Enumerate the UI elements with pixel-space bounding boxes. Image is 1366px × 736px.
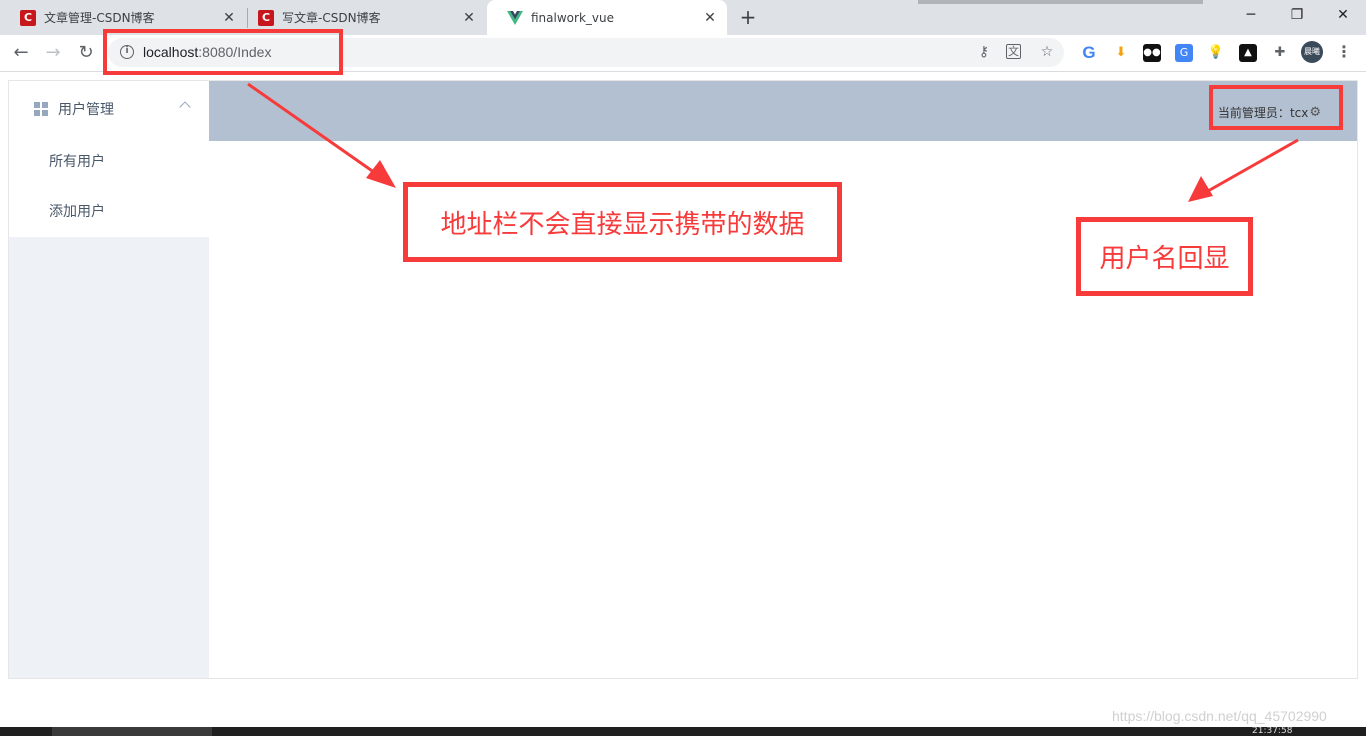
sidebar-item-all-users[interactable]: 所有用户 — [9, 137, 209, 187]
minimize-button[interactable]: ─ — [1228, 0, 1274, 30]
sidebar: 用户管理 所有用户 添加用户 — [9, 81, 209, 678]
google-extension-icon[interactable]: G — [1080, 44, 1098, 62]
app-header: 当前管理员： tcx ⚙ — [209, 81, 1357, 141]
watermark-text: https://blog.csdn.net/qq_45702990 — [1112, 708, 1327, 724]
tab-title: 写文章-CSDN博客 — [282, 11, 381, 25]
vue-icon — [507, 10, 523, 26]
sidebar-menu: 用户管理 所有用户 添加用户 — [9, 81, 209, 237]
window-edge-shadow — [918, 0, 1203, 4]
main-area: 当前管理员： tcx ⚙ — [209, 81, 1357, 678]
forward-button[interactable]: → — [40, 40, 66, 66]
close-icon[interactable]: ✕ — [461, 10, 477, 26]
extension-dark-icon[interactable]: ▲ — [1239, 44, 1257, 62]
new-tab-button[interactable]: + — [737, 6, 759, 28]
tab-finalwork-vue[interactable]: finalwork_vue ✕ — [487, 0, 727, 35]
tampermonkey-icon[interactable]: ●● — [1143, 44, 1161, 62]
back-button[interactable]: ← — [8, 40, 34, 66]
close-icon[interactable]: ✕ — [221, 10, 237, 26]
key-icon[interactable]: ⚷ — [975, 43, 993, 61]
restore-button[interactable]: ❐ — [1274, 0, 1320, 30]
profile-avatar[interactable]: 晨曦 — [1301, 41, 1323, 63]
sidebar-item-add-user[interactable]: 添加用户 — [9, 187, 209, 237]
reload-button[interactable]: ↻ — [73, 40, 99, 66]
bulb-extension-icon[interactable]: 💡 — [1207, 44, 1225, 62]
submenu-user-management[interactable]: 用户管理 — [9, 81, 209, 137]
address-highlight-box — [103, 29, 343, 75]
tab-title: finalwork_vue — [531, 10, 614, 25]
puzzle-extensions-icon[interactable]: ✚ — [1271, 44, 1289, 62]
csdn-icon: C — [20, 9, 36, 26]
close-icon[interactable]: ✕ — [702, 10, 718, 26]
star-icon[interactable]: ☆ — [1038, 43, 1056, 61]
username-highlight-box — [1209, 85, 1343, 130]
csdn-icon: C — [258, 9, 274, 26]
close-window-button[interactable]: ✕ — [1320, 0, 1366, 30]
app-container: 用户管理 所有用户 添加用户 当前管理员： tcx ⚙ — [8, 80, 1358, 679]
download-extension-icon[interactable]: ⬇ — [1112, 44, 1130, 62]
taskbar-app-button[interactable] — [52, 727, 212, 736]
tab-title: 文章管理-CSDN博客 — [44, 11, 155, 25]
taskbar-clock: 21:37:58 — [1252, 727, 1293, 736]
menu-grid-icon — [34, 102, 48, 116]
browser-menu-icon[interactable]: ⋮ — [1335, 42, 1353, 62]
chevron-up-icon — [179, 101, 191, 113]
address-callout: 地址栏不会直接显示携带的数据 — [403, 182, 842, 262]
submenu-title-label: 用户管理 — [58, 102, 114, 118]
translate-icon[interactable]: 文 — [1006, 44, 1021, 59]
username-callout: 用户名回显 — [1076, 217, 1253, 296]
google-translate-icon[interactable]: G — [1175, 44, 1193, 62]
